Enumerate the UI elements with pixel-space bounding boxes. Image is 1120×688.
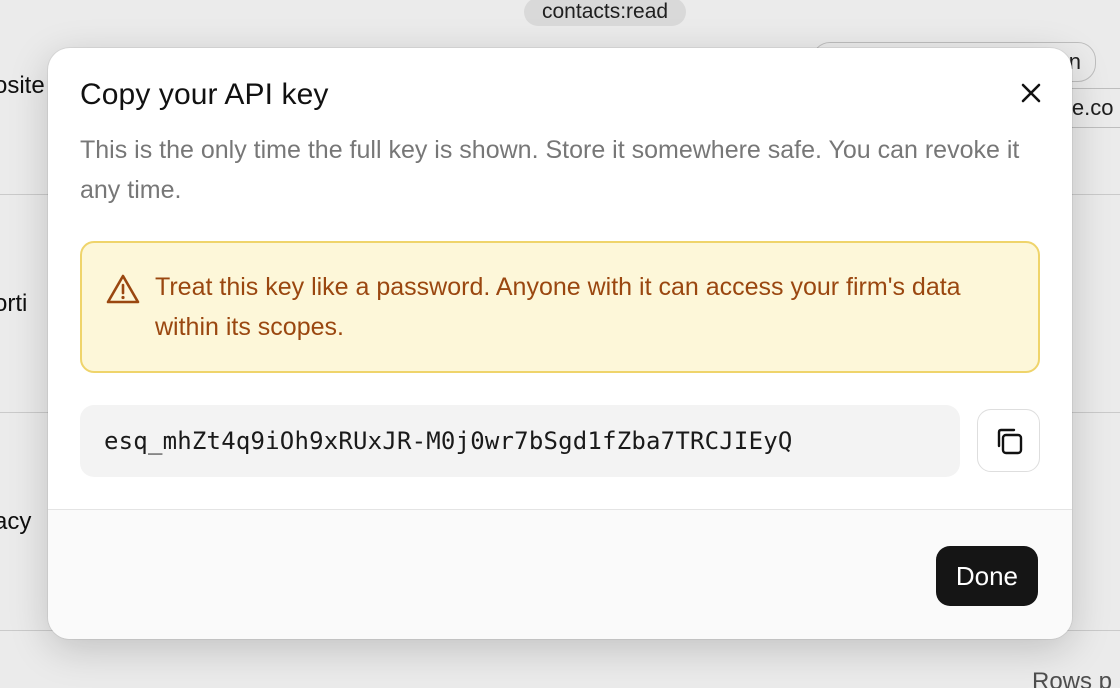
dialog-title: Copy your API key: [80, 78, 329, 111]
dialog-footer: Done: [48, 509, 1072, 639]
warning-triangle-icon: [106, 274, 140, 304]
copy-key-button[interactable]: [977, 409, 1040, 472]
warning-text: Treat this key like a password. Anyone w…: [155, 273, 961, 341]
warning-callout: Treat this key like a password. Anyone w…: [80, 241, 1040, 373]
close-icon: [1021, 83, 1041, 103]
close-button[interactable]: [1016, 78, 1046, 108]
dialog-description: This is the only time the full key is sh…: [80, 136, 1020, 204]
done-button[interactable]: Done: [935, 546, 1038, 606]
api-key-value[interactable]: esq_mhZt4q9iOh9xRUxJR-M0j0wr7bSgd1fZba7T…: [104, 427, 793, 455]
api-key-dialog: Copy your API key This is the only time …: [48, 48, 1072, 639]
copy-icon: [997, 428, 1022, 454]
api-key-field[interactable]: esq_mhZt4q9iOh9xRUxJR-M0j0wr7bSgd1fZba7T…: [80, 405, 960, 477]
